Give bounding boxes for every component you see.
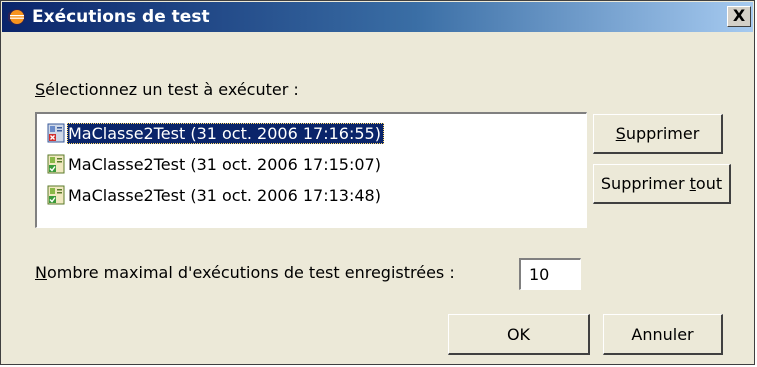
junit-error-icon [47, 123, 65, 143]
list-item-label: MaClasse2Test (31 oct. 2006 17:15:07) [68, 154, 381, 174]
select-test-label: Sélectionnez un test à exécuter : [35, 80, 299, 99]
list-item[interactable]: MaClasse2Test (31 oct. 2006 17:16:55) [47, 119, 384, 147]
close-icon: X [732, 6, 746, 25]
list-item[interactable]: MaClasse2Test (31 oct. 2006 17:15:07) [47, 150, 384, 178]
title-bar[interactable]: Exécutions de test X [2, 2, 753, 32]
list-item[interactable]: MaClasse2Test (31 oct. 2006 17:13:48) [47, 181, 384, 209]
ok-button[interactable]: OK [448, 314, 590, 355]
delete-all-button-label-end: out [695, 174, 723, 193]
select-label-mnemonic: S [35, 80, 46, 99]
window-title: Exécutions de test [32, 7, 210, 27]
max-runs-label-mnemonic: N [35, 263, 47, 282]
max-runs-label: Nombre maximal d'exécutions de test enre… [35, 263, 455, 282]
test-runs-list[interactable]: MaClasse2Test (31 oct. 2006 17:16:55) Ma… [35, 112, 587, 228]
delete-button-mnemonic: S [615, 124, 626, 143]
eclipse-icon [8, 9, 25, 25]
list-item-label: MaClasse2Test (31 oct. 2006 17:16:55) [67, 122, 384, 144]
list-item-label: MaClasse2Test (31 oct. 2006 17:13:48) [68, 185, 381, 205]
select-label-text: électionnez un test à exécuter : [45, 80, 299, 99]
close-button[interactable]: X [727, 6, 751, 27]
max-runs-label-text: ombre maximal d'exécutions de test enreg… [46, 263, 455, 282]
junit-ok-icon [47, 185, 65, 205]
delete-all-button-label-start: Supprimer [600, 174, 690, 193]
max-runs-input[interactable] [519, 258, 581, 290]
delete-all-button[interactable]: Supprimer t out [593, 164, 731, 204]
delete-button-label: upprimer [625, 124, 700, 143]
test-runs-dialog: Exécutions de test X Sélectionnez un tes… [0, 0, 755, 365]
cancel-button[interactable]: Annuler [603, 314, 723, 355]
delete-button[interactable]: Supprimer [593, 114, 723, 154]
junit-ok-icon [47, 154, 65, 174]
